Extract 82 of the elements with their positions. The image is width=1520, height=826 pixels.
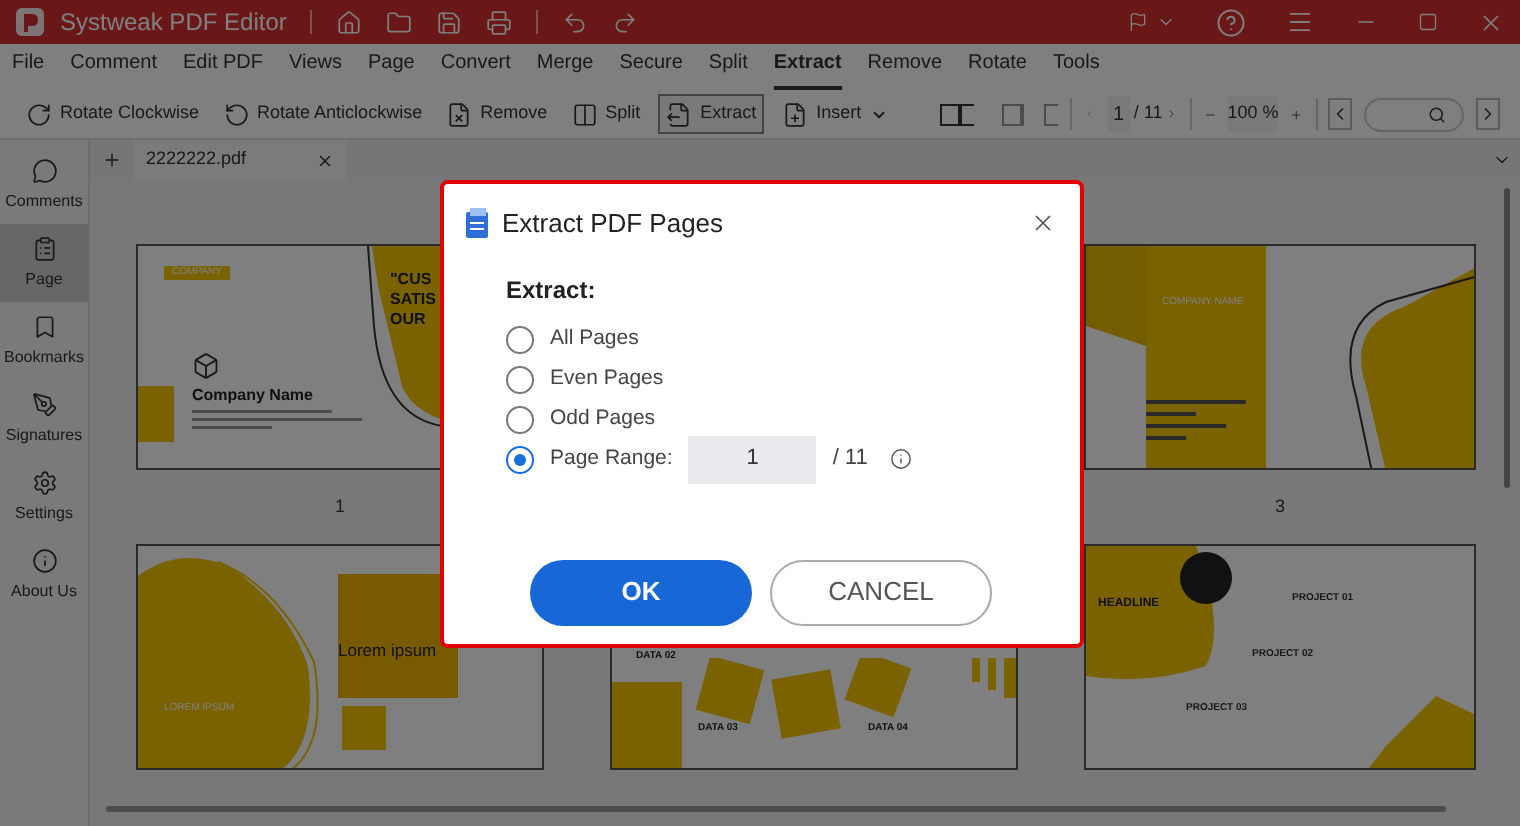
- toolbar-icon: [26, 101, 52, 127]
- menu-tab[interactable]: Remove: [867, 48, 943, 90]
- toolbar-button[interactable]: Extract: [658, 94, 765, 134]
- search-previous-button[interactable]: [1328, 98, 1353, 130]
- sidebar-icon: [31, 547, 57, 573]
- radio-button[interactable]: [506, 325, 534, 353]
- help-icon[interactable]: [1216, 7, 1246, 37]
- toolbar-icon: [666, 101, 693, 127]
- toolbar-button[interactable]: Insert: [776, 94, 894, 134]
- menu-tab[interactable]: Merge: [536, 48, 594, 90]
- search-field[interactable]: [1364, 97, 1464, 131]
- two-page-layout-icon[interactable]: [1002, 103, 1025, 125]
- menu-tab[interactable]: Edit PDF: [182, 48, 263, 90]
- window-title: Systweak PDF Editor: [60, 6, 287, 40]
- page-number: 1: [334, 493, 345, 520]
- toolbar-icon: [782, 101, 809, 127]
- menu-tab[interactable]: Secure: [619, 48, 683, 90]
- menu-tab[interactable]: Rotate: [968, 48, 1027, 90]
- sidebar-item[interactable]: Page: [0, 224, 88, 302]
- page-block-drawing: [138, 386, 174, 442]
- document-icon: [464, 208, 490, 239]
- toolbar-icon: [223, 101, 250, 127]
- page-number-field[interactable]: 1: [1107, 96, 1130, 132]
- printer-icon[interactable]: [486, 9, 513, 35]
- sidebar-icon: [31, 391, 57, 417]
- radio-button[interactable]: [506, 365, 534, 393]
- menu-tab[interactable]: Convert: [440, 48, 511, 90]
- menu-tab[interactable]: Page: [368, 48, 415, 90]
- radio-button[interactable]: [506, 445, 534, 473]
- cancel-button[interactable]: CANCEL: [770, 559, 992, 625]
- menu-tab[interactable]: Tools: [1053, 48, 1100, 90]
- sidebar-icon: [31, 235, 57, 261]
- sidebar-icon: [31, 313, 57, 339]
- menu-icon[interactable]: [1286, 8, 1314, 36]
- folder-icon[interactable]: [386, 9, 413, 35]
- cube-icon: [192, 352, 220, 380]
- toolbar-button[interactable]: Rotate Anticlockwise: [217, 94, 429, 134]
- search-next-button[interactable]: [1475, 98, 1500, 130]
- menu-tab[interactable]: Comment: [70, 48, 157, 90]
- undo-icon[interactable]: [562, 9, 589, 35]
- page-range-field[interactable]: 1: [688, 435, 817, 483]
- zoom-field[interactable]: 100 %: [1227, 96, 1279, 132]
- menu-tab[interactable]: File: [12, 48, 45, 90]
- document-tab[interactable]: 2222222.pdf: [134, 140, 347, 180]
- flag-icon[interactable]: [1128, 12, 1148, 32]
- new-tab-icon[interactable]: [102, 150, 122, 170]
- home-icon[interactable]: [336, 9, 363, 35]
- three-page-layout-icon[interactable]: [940, 103, 975, 125]
- toolbar-button[interactable]: Rotate Clockwise: [20, 94, 206, 134]
- sidebar-icon: [31, 157, 57, 183]
- toolbar-icon: [446, 101, 473, 127]
- settings-icon: [31, 469, 57, 495]
- info-icon[interactable]: [889, 448, 912, 470]
- page-number: 3: [1274, 493, 1285, 520]
- app-logo-icon: [16, 8, 44, 36]
- search-icon: [1427, 105, 1446, 123]
- vertical-scrollbar[interactable]: [1503, 188, 1509, 488]
- save-icon[interactable]: [436, 9, 463, 35]
- menu-tab[interactable]: Views: [289, 48, 342, 90]
- close-icon[interactable]: [316, 151, 335, 169]
- redo-icon[interactable]: [612, 9, 639, 35]
- option-label[interactable]: Odd Pages: [550, 403, 656, 435]
- page-total: / 11: [1133, 100, 1163, 127]
- toolbar-button[interactable]: Split: [565, 94, 647, 134]
- menu-tab[interactable]: Split: [708, 48, 748, 90]
- page-title: Company Name: [192, 386, 313, 406]
- option-label[interactable]: Even Pages: [550, 363, 664, 395]
- option-label[interactable]: Page Range:: [550, 443, 673, 475]
- page-heading: "CUS: [390, 270, 434, 290]
- ok-button[interactable]: OK: [530, 559, 752, 625]
- option-label[interactable]: All Pages: [550, 323, 639, 355]
- horizontal-scrollbar[interactable]: [106, 806, 1446, 812]
- single-page-layout-icon[interactable]: [1044, 103, 1059, 125]
- page-title: Lorem ipsum: [338, 638, 437, 662]
- dialog-title: Extract PDF Pages: [502, 206, 724, 242]
- radio-button[interactable]: [506, 405, 534, 433]
- toolbar-icon: [571, 101, 598, 127]
- toolbar-button[interactable]: Remove: [440, 94, 554, 134]
- page-heading: OUR: [390, 310, 428, 330]
- page-range-total: / 11: [832, 444, 868, 475]
- page-heading: SATIS: [390, 290, 436, 310]
- maximize-icon[interactable]: [1418, 12, 1438, 32]
